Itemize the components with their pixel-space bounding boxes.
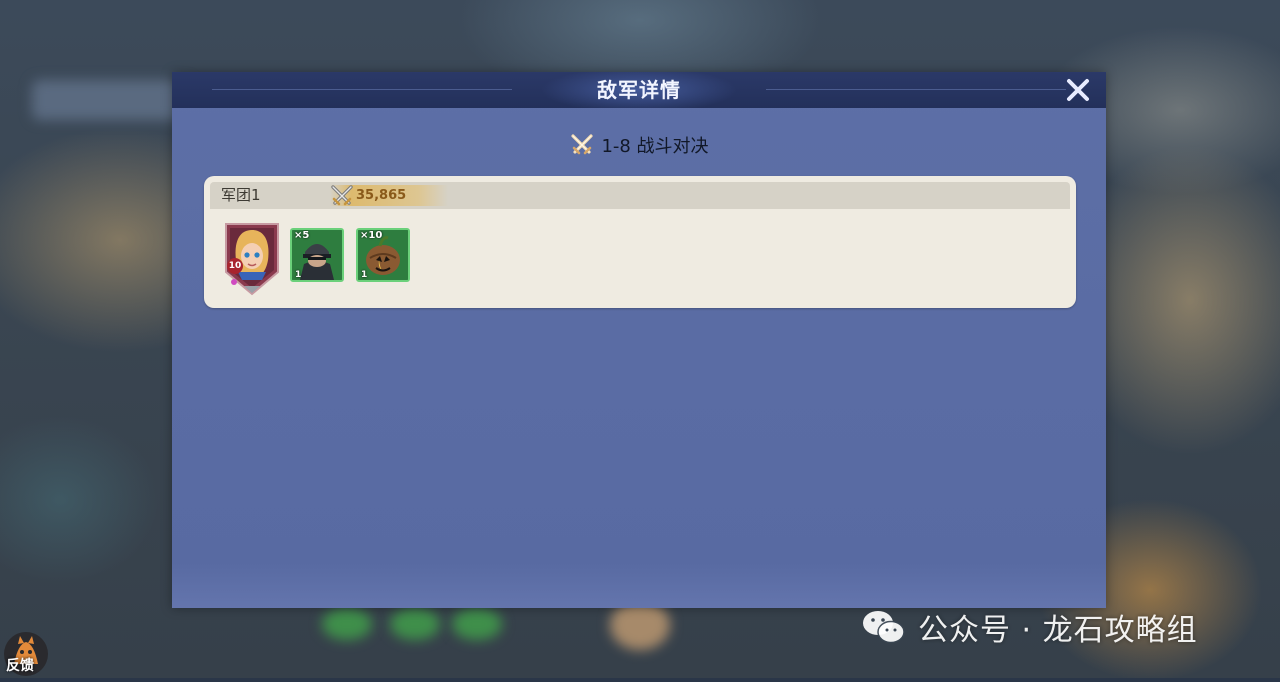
enemy-details-dialog: 敌军详情 1-8 战斗对决 军团1 35,865 10 ×5 1 ×10 1: [172, 72, 1106, 608]
dialog-title: 敌军详情: [597, 78, 681, 102]
watermark: 公众号 · 龙石攻略组: [860, 607, 1198, 648]
unit-count: ×10: [360, 230, 383, 241]
dialog-header: 敌军详情: [172, 72, 1106, 108]
unit-level: 1: [361, 270, 368, 280]
hero-level-badge: 10: [227, 258, 243, 274]
stage-heading: 1-8 战斗对决: [172, 130, 1106, 160]
army-power: 35,865: [356, 188, 407, 203]
army-name: 军团1: [221, 186, 261, 204]
unit-level: 1: [295, 270, 302, 280]
crossed-swords-icon: [331, 185, 353, 206]
close-button[interactable]: [1064, 76, 1092, 104]
stage-title: 1-8 战斗对决: [601, 136, 709, 157]
unit-card-soldier[interactable]: ×5 1: [290, 228, 344, 282]
close-icon: [1067, 79, 1089, 101]
army-card: 军团1 35,865 10 ×5 1 ×10 1: [204, 176, 1076, 308]
wechat-icon: [863, 611, 905, 644]
watermark-text: 公众号 · 龙石攻略组: [918, 613, 1198, 648]
army-header: 军团1 35,865: [210, 182, 1070, 209]
crossed-swords-icon: [571, 134, 594, 155]
unit-count: ×5: [294, 230, 310, 241]
unit-card-pumpkin[interactable]: ×10 1: [356, 228, 410, 282]
feedback-label: 反馈: [6, 658, 34, 674]
